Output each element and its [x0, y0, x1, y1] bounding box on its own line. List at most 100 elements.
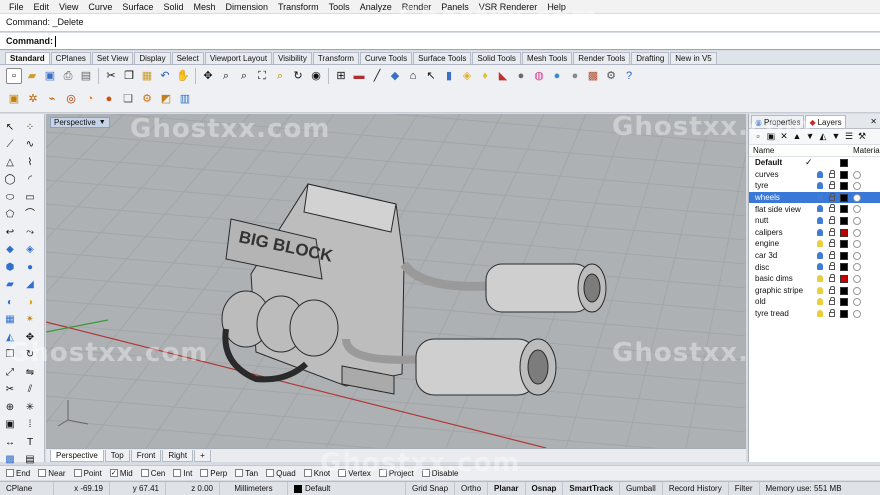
layer-color-swatch[interactable]	[840, 216, 848, 225]
layer-row[interactable]: wheels	[749, 191, 880, 204]
vsr-shape-icon[interactable]: ◔	[82, 92, 98, 108]
layer-row[interactable]: nutt	[749, 215, 880, 227]
color-wheel-icon[interactable]: ◍	[531, 68, 547, 84]
light-bulb-icon[interactable]: ♦	[477, 68, 493, 84]
record-history-toggle[interactable]: Record History	[663, 481, 729, 495]
split-icon[interactable]: ⫽	[22, 383, 38, 398]
viewport-tab-top[interactable]: Top	[104, 450, 130, 462]
ellipse-icon[interactable]: ⬭	[2, 190, 18, 205]
layer-row[interactable]: curves	[749, 169, 880, 181]
move-view-icon[interactable]: ✥	[200, 68, 216, 84]
osnap-perp[interactable]: Perp	[200, 469, 227, 478]
join-icon[interactable]: ⊕	[2, 400, 18, 415]
camera-icon[interactable]: ◉	[308, 68, 324, 84]
mesh-sphere-icon[interactable]: ✴	[22, 313, 38, 328]
visibility-bulb-icon[interactable]	[817, 182, 823, 190]
vsr-chart-icon[interactable]: ▥	[177, 92, 193, 108]
solid-edit-icon[interactable]: ◭	[2, 330, 18, 345]
viewport-tab-front[interactable]: Front	[130, 450, 162, 462]
ortho-toggle[interactable]: Ortho	[455, 481, 489, 495]
osnap-toggle[interactable]: Osnap	[526, 481, 564, 495]
command-line[interactable]: Command:	[0, 33, 880, 50]
layer-color-swatch[interactable]	[840, 159, 848, 167]
visibility-bulb-icon[interactable]	[817, 240, 823, 248]
layer-row[interactable]: basic dims	[749, 273, 880, 285]
undo-icon[interactable]: ↶	[157, 68, 173, 84]
visibility-bulb-icon[interactable]	[817, 298, 823, 306]
vsr-gear-icon[interactable]: ⚙	[139, 92, 155, 108]
material-swatch[interactable]	[853, 205, 861, 214]
viewport-tab-perspective[interactable]: Perspective	[50, 450, 104, 462]
layer-color-swatch[interactable]	[840, 228, 848, 237]
menu-vsr-renderer[interactable]: VSR Renderer	[474, 2, 543, 12]
visibility-bulb-icon[interactable]	[817, 205, 823, 213]
lock-icon[interactable]	[829, 181, 835, 190]
new-sublayer-icon[interactable]: ▣	[765, 131, 777, 143]
layer-list-icon[interactable]: ☰	[843, 131, 855, 143]
mesh-icon[interactable]: ▦	[2, 313, 18, 328]
layer-up-level-icon[interactable]: ◭	[817, 131, 829, 143]
zoom-icon[interactable]: ⌕	[218, 68, 234, 84]
material-swatch[interactable]	[853, 298, 861, 307]
layer-filter-icon[interactable]: ▼	[830, 131, 842, 143]
tab-layers[interactable]: ◆ Layers	[805, 115, 846, 128]
sphere-icon[interactable]: ●	[22, 260, 38, 275]
layer-color-swatch[interactable]	[840, 298, 848, 307]
layer-material-column[interactable]: Material	[853, 146, 880, 155]
lock-icon[interactable]	[829, 250, 835, 259]
osnap-checkbox[interactable]	[303, 469, 312, 477]
vsr-cube-icon[interactable]: ◩	[158, 92, 174, 108]
print-icon[interactable]: ⎙	[60, 68, 76, 84]
osnap-checkbox[interactable]	[378, 469, 387, 477]
vsr-analysis-icon[interactable]: ◎	[63, 92, 79, 108]
visibility-bulb-icon[interactable]	[817, 193, 823, 201]
explode-icon[interactable]: ✳	[22, 400, 38, 415]
menu-analyze[interactable]: Analyze	[355, 2, 397, 12]
menu-solid[interactable]: Solid	[158, 2, 188, 12]
material-swatch[interactable]	[853, 251, 861, 260]
copy-object-icon[interactable]: ❐	[2, 348, 18, 363]
lock-icon[interactable]	[829, 169, 835, 178]
lock-icon[interactable]	[829, 204, 835, 213]
material-swatch[interactable]	[853, 309, 861, 318]
menu-transform[interactable]: Transform	[273, 2, 324, 12]
scale-icon[interactable]: ⤢	[2, 365, 18, 380]
material-swatch[interactable]	[853, 182, 861, 191]
osnap-checkbox[interactable]	[173, 469, 182, 477]
delete-layer-icon[interactable]: ✕	[778, 131, 790, 143]
surface-plane-icon[interactable]: ◆	[2, 243, 18, 258]
osnap-tan[interactable]: Tan	[235, 469, 258, 478]
tab-set-view[interactable]: Set View	[91, 52, 134, 64]
lock-icon[interactable]	[829, 227, 835, 236]
extrude-icon[interactable]: ▰	[2, 278, 18, 293]
osnap-point[interactable]: Point	[73, 469, 102, 478]
osnap-int[interactable]: Int	[173, 469, 192, 478]
osnap-checkbox[interactable]	[200, 469, 209, 477]
vsr-new-icon[interactable]: ▣	[6, 92, 22, 108]
osnap-checkbox[interactable]	[421, 469, 430, 477]
line-tool-icon[interactable]: ╱	[369, 68, 385, 84]
fillet-curve-icon[interactable]: ↩	[2, 225, 18, 240]
rotate-view-icon[interactable]: ↻	[290, 68, 306, 84]
add-viewport-tab-icon[interactable]: +	[194, 450, 211, 462]
lock-icon[interactable]	[829, 215, 835, 224]
material-swatch[interactable]	[853, 274, 861, 283]
array-icon[interactable]: ⁞	[22, 418, 38, 433]
tab-surface-tools[interactable]: Surface Tools	[413, 52, 472, 64]
tab-new-in-v5[interactable]: New in V5	[670, 52, 717, 64]
four-viewports-icon[interactable]: ⊞	[333, 68, 349, 84]
interp-curve-icon[interactable]: ⌇	[22, 155, 38, 170]
visibility-bulb-icon[interactable]	[817, 251, 823, 259]
menu-dimension[interactable]: Dimension	[220, 2, 273, 12]
tab-solid-tools[interactable]: Solid Tools	[472, 52, 521, 64]
osnap-vertex[interactable]: Vertex	[338, 469, 371, 478]
visibility-bulb-icon[interactable]	[817, 170, 823, 178]
material-swatch[interactable]	[853, 286, 861, 295]
group-icon[interactable]: ▣	[2, 418, 18, 433]
zoom-selected-icon[interactable]: ⌕	[272, 68, 288, 84]
options-gear-icon[interactable]: ⚙	[603, 68, 619, 84]
visibility-bulb-icon[interactable]	[817, 309, 823, 317]
render-sphere-icon[interactable]: ●	[549, 68, 565, 84]
menu-file[interactable]: File	[4, 2, 29, 12]
osnap-quad[interactable]: Quad	[266, 469, 296, 478]
